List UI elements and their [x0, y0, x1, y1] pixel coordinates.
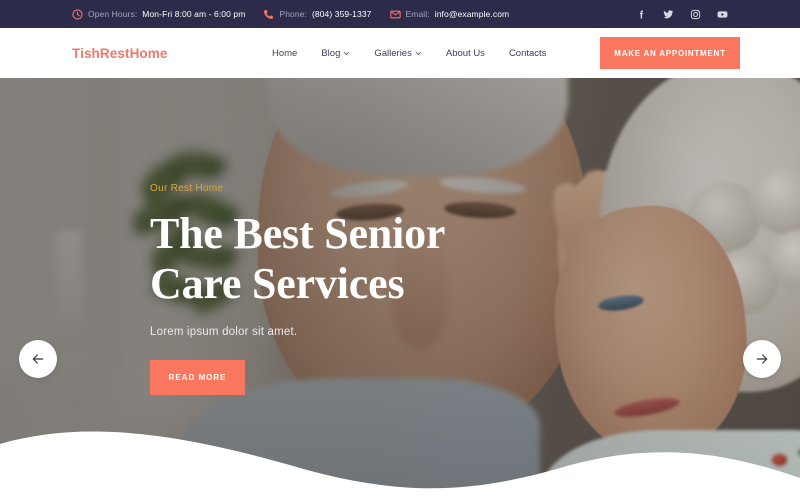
nav-item-contacts[interactable]: Contacts [497, 48, 559, 59]
hero-subtitle: Lorem ipsum dolor sit amet. [150, 325, 298, 338]
nav-label-galleries: Galleries [374, 47, 412, 59]
nav-label-home: Home [272, 47, 298, 59]
chevron-down-icon [415, 50, 422, 57]
chevron-down-icon [343, 50, 350, 57]
phone-item[interactable]: Phone: (804) 359-1337 [263, 9, 371, 20]
phone-value: (804) 359-1337 [311, 9, 372, 19]
slider-prev-button[interactable] [19, 340, 57, 378]
nav-item-galleries[interactable]: Galleries [362, 48, 434, 59]
phone-icon [263, 9, 274, 20]
clock-icon [72, 8, 83, 20]
hero-title: The Best Senior Care Services [150, 209, 610, 308]
hero-eyebrow: Our Rest Home [150, 183, 224, 195]
phone-label: Phone: [279, 9, 307, 19]
facebook-icon[interactable] [636, 9, 647, 20]
site-header: TishRestHome Home Blog Galleries About U… [0, 28, 800, 78]
email-label: Email: [405, 9, 430, 19]
nav-item-blog[interactable]: Blog [309, 48, 362, 59]
email-item[interactable]: Email: info@example.com [389, 9, 510, 20]
open-hours-item: Open Hours: Mon-Fri 8:00 am - 6:00 pm [72, 8, 246, 20]
landing-page: Open Hours: Mon-Fri 8:00 am - 6:00 pm Ph… [0, 0, 800, 500]
read-more-button[interactable]: READ MORE [150, 359, 245, 395]
nav-label-about-us: About Us [445, 47, 485, 59]
logo[interactable]: TishRestHome [72, 46, 167, 61]
nav-item-about-us[interactable]: About Us [434, 48, 497, 59]
open-hours-label: Open Hours: [88, 9, 138, 19]
hero-slider: Our Rest Home The Best Senior Care Servi… [0, 78, 800, 500]
instagram-icon[interactable] [690, 9, 701, 20]
arrow-right-icon [754, 351, 770, 367]
twitter-icon[interactable] [663, 9, 674, 20]
make-appointment-button[interactable]: MAKE AN APPOINTMENT [600, 37, 740, 69]
nav-label-blog: Blog [321, 47, 341, 59]
hero-title-line-1: The Best Senior [150, 209, 446, 259]
top-info-bar: Open Hours: Mon-Fri 8:00 am - 6:00 pm Ph… [0, 0, 800, 28]
slider-next-button[interactable] [743, 340, 781, 378]
youtube-icon[interactable] [717, 9, 728, 20]
wave-divider [0, 431, 800, 500]
main-navigation: Home Blog Galleries About Us Contacts [272, 28, 558, 78]
top-contact-group: Open Hours: Mon-Fri 8:00 am - 6:00 pm Ph… [72, 8, 510, 20]
email-value: info@example.com [434, 9, 510, 19]
open-hours-value: Mon-Fri 8:00 am - 6:00 pm [142, 9, 246, 19]
arrow-left-icon [30, 351, 46, 367]
nav-label-contacts: Contacts [508, 47, 547, 59]
nav-item-home[interactable]: Home [272, 48, 309, 59]
hero-title-line-2: Care Services [150, 258, 405, 308]
social-links [636, 0, 728, 28]
envelope-icon [389, 9, 401, 20]
